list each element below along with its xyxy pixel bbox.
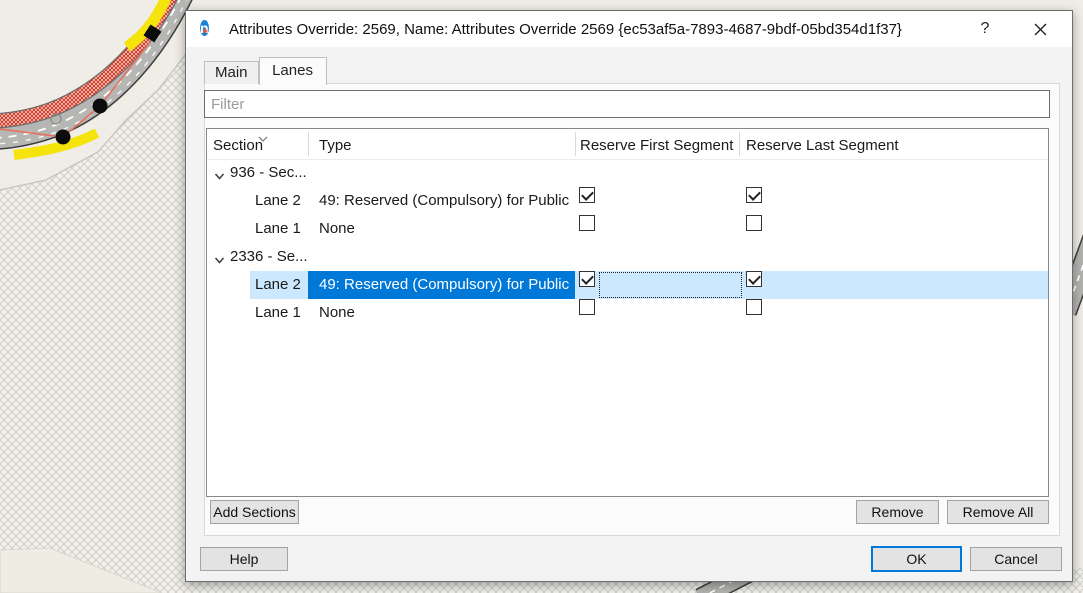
remove-button[interactable]: Remove bbox=[856, 500, 939, 524]
section-group-row[interactable]: 936 - Sec... bbox=[207, 159, 1048, 187]
lane-label: Lane 1 bbox=[255, 299, 301, 327]
lane-row[interactable]: Lane 1None bbox=[207, 299, 1048, 327]
reserve-last-checkbox[interactable] bbox=[746, 215, 762, 231]
dialog-title: Attributes Override: 2569, Name: Attribu… bbox=[229, 21, 1072, 38]
title-bar[interactable]: n Attributes Override: 2569, Name: Attri… bbox=[186, 11, 1072, 47]
map-node[interactable] bbox=[93, 99, 108, 114]
column-header-type[interactable]: Type bbox=[319, 129, 352, 159]
table-header: Section Type Reserve First Segment Reser… bbox=[207, 129, 1048, 160]
lane-row[interactable]: Lane 249: Reserved (Compulsory) for Publ… bbox=[207, 187, 1048, 215]
reserve-first-checkbox[interactable] bbox=[579, 215, 595, 231]
section-group-label: 2336 - Se... bbox=[230, 243, 308, 271]
reserve-first-checkbox[interactable] bbox=[579, 299, 595, 315]
lane-type-value[interactable]: None bbox=[308, 215, 575, 243]
column-divider bbox=[308, 132, 309, 156]
column-header-section[interactable]: Section bbox=[213, 129, 263, 159]
reserve-last-checkbox[interactable] bbox=[746, 299, 762, 315]
tab-bar: Main Lanes bbox=[204, 56, 327, 84]
app-icon: n bbox=[200, 19, 220, 39]
reserve-last-checkbox[interactable] bbox=[746, 187, 762, 203]
reserve-first-checkbox[interactable] bbox=[579, 271, 595, 287]
add-sections-button[interactable]: Add Sections bbox=[210, 500, 299, 524]
expand-chevron-icon[interactable] bbox=[214, 252, 225, 269]
expand-chevron-icon[interactable] bbox=[214, 168, 225, 185]
lane-type-value[interactable]: None bbox=[308, 299, 575, 327]
help-icon[interactable]: ? bbox=[968, 11, 1002, 47]
lane-type-value[interactable]: 49: Reserved (Compulsory) for Public bbox=[308, 271, 575, 299]
column-header-reserve-last[interactable]: Reserve Last Segment bbox=[746, 129, 899, 159]
tab-lanes[interactable]: Lanes bbox=[259, 57, 327, 85]
column-divider bbox=[739, 132, 740, 156]
help-button[interactable]: Help bbox=[200, 547, 288, 571]
lane-row[interactable]: Lane 1None bbox=[207, 215, 1048, 243]
lane-label: Lane 2 bbox=[255, 187, 301, 215]
cell-focus-rect bbox=[599, 272, 742, 298]
reserve-last-checkbox[interactable] bbox=[746, 271, 762, 287]
filter-input[interactable] bbox=[204, 90, 1050, 118]
map-node[interactable] bbox=[56, 130, 71, 145]
column-divider bbox=[575, 132, 576, 156]
reserve-first-checkbox[interactable] bbox=[579, 187, 595, 203]
section-group-row[interactable]: 2336 - Se... bbox=[207, 243, 1048, 271]
lane-label: Lane 2 bbox=[255, 271, 301, 299]
close-icon[interactable] bbox=[1020, 11, 1060, 47]
remove-all-button[interactable]: Remove All bbox=[947, 500, 1049, 524]
lane-type-value[interactable]: 49: Reserved (Compulsory) for Public bbox=[308, 187, 575, 215]
tab-main[interactable]: Main bbox=[204, 61, 259, 84]
table-body: 936 - Sec...Lane 249: Reserved (Compulso… bbox=[207, 159, 1048, 496]
lane-label: Lane 1 bbox=[255, 215, 301, 243]
lanes-table: Section Type Reserve First Segment Reser… bbox=[206, 128, 1049, 497]
attributes-override-dialog: n Attributes Override: 2569, Name: Attri… bbox=[185, 10, 1073, 582]
lane-row[interactable]: Lane 249: Reserved (Compulsory) for Publ… bbox=[207, 271, 1048, 299]
column-header-reserve-first[interactable]: Reserve First Segment bbox=[580, 129, 733, 159]
section-group-label: 936 - Sec... bbox=[230, 159, 307, 187]
ok-button[interactable]: OK bbox=[871, 546, 962, 572]
cancel-button[interactable]: Cancel bbox=[970, 547, 1062, 571]
